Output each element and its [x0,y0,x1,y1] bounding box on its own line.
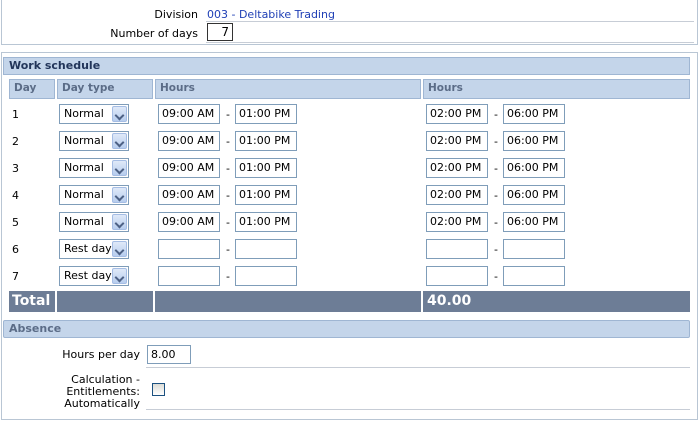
column-header-day-type: Day type [57,79,153,99]
afternoon-end-time-input[interactable]: 06:00 PM [503,131,565,151]
day-number: 6 [12,243,19,256]
column-header-hours-morning: Hours [155,79,421,99]
day-type-select[interactable]: Normal [59,131,129,151]
afternoon-start-time-input[interactable]: 02:00 PM [426,185,488,205]
division-label: Division [154,8,198,21]
calculation-label-3: Automatically [64,397,140,410]
morning-end-time-input[interactable] [235,266,297,286]
division-link[interactable]: 003 - Deltabike Trading [207,8,335,21]
absence-header: Absence [3,320,690,338]
afternoon-start-time-input[interactable] [426,239,488,259]
chevron-down-icon[interactable] [112,268,127,284]
total-bar-hours-morning [155,291,421,312]
total-value: 40.00 [423,291,690,312]
divider [146,367,690,368]
morning-start-time-input[interactable]: 09:00 AM [158,158,220,178]
day-number: 1 [12,108,19,121]
chevron-down-icon[interactable] [112,133,127,149]
time-range-separator: - [226,162,230,175]
day-type-value: Rest day [64,269,112,282]
afternoon-start-time-input[interactable] [426,266,488,286]
divider [206,42,694,43]
hours-per-day-input[interactable]: 8.00 [147,345,191,364]
afternoon-start-time-input[interactable]: 02:00 PM [426,212,488,232]
time-range-separator: - [494,162,498,175]
morning-end-time-input[interactable]: 01:00 PM [235,158,297,178]
time-range-separator: - [494,135,498,148]
morning-start-time-input[interactable] [158,266,220,286]
column-header-day: Day [9,79,55,99]
day-type-value: Normal [64,134,104,147]
time-range-separator: - [226,108,230,121]
day-type-value: Normal [64,188,104,201]
hours-per-day-label: Hours per day [62,348,140,361]
time-range-separator: - [226,243,230,256]
day-number: 7 [12,270,19,283]
afternoon-end-time-input[interactable] [503,266,565,286]
number-of-days-input[interactable]: 7 [207,23,233,41]
time-range-separator: - [494,189,498,202]
chevron-down-icon[interactable] [112,241,127,257]
day-type-select[interactable]: Rest day [59,239,129,259]
afternoon-end-time-input[interactable]: 06:00 PM [503,158,565,178]
day-number: 2 [12,135,19,148]
day-number: 4 [12,189,19,202]
morning-end-time-input[interactable]: 01:00 PM [235,104,297,124]
total-label: Total [9,291,55,312]
afternoon-end-time-input[interactable]: 06:00 PM [503,185,565,205]
column-header-hours-afternoon: Hours [423,79,690,99]
morning-start-time-input[interactable]: 09:00 AM [158,131,220,151]
calculation-automatically-checkbox[interactable] [152,383,165,396]
work-schedule-header: Work schedule [3,57,690,75]
morning-start-time-input[interactable]: 09:00 AM [158,104,220,124]
day-type-select[interactable]: Normal [59,158,129,178]
day-number: 3 [12,162,19,175]
time-range-separator: - [494,243,498,256]
day-type-value: Normal [64,215,104,228]
day-type-select[interactable]: Normal [59,185,129,205]
day-type-value: Normal [64,161,104,174]
time-range-separator: - [226,270,230,283]
morning-end-time-input[interactable]: 01:00 PM [235,212,297,232]
day-type-select[interactable]: Normal [59,104,129,124]
time-range-separator: - [494,270,498,283]
time-range-separator: - [494,216,498,229]
chevron-down-icon[interactable] [112,106,127,122]
divider [146,409,690,410]
afternoon-start-time-input[interactable]: 02:00 PM [426,131,488,151]
time-range-separator: - [226,216,230,229]
day-type-value: Rest day [64,242,112,255]
day-number: 5 [12,216,19,229]
afternoon-start-time-input[interactable]: 02:00 PM [426,104,488,124]
time-range-separator: - [226,135,230,148]
afternoon-end-time-input[interactable]: 06:00 PM [503,212,565,232]
divider [206,21,694,22]
afternoon-end-time-input[interactable] [503,239,565,259]
morning-end-time-input[interactable] [235,239,297,259]
time-range-separator: - [226,189,230,202]
morning-end-time-input[interactable]: 01:00 PM [235,131,297,151]
number-of-days-label: Number of days [110,27,198,40]
chevron-down-icon[interactable] [112,187,127,203]
time-range-separator: - [494,108,498,121]
afternoon-start-time-input[interactable]: 02:00 PM [426,158,488,178]
total-bar-daytype [57,291,153,312]
morning-start-time-input[interactable]: 09:00 AM [158,212,220,232]
chevron-down-icon[interactable] [112,160,127,176]
afternoon-end-time-input[interactable]: 06:00 PM [503,104,565,124]
day-type-select[interactable]: Rest day [59,266,129,286]
day-type-value: Normal [64,107,104,120]
morning-start-time-input[interactable] [158,239,220,259]
morning-end-time-input[interactable]: 01:00 PM [235,185,297,205]
chevron-down-icon[interactable] [112,214,127,230]
morning-start-time-input[interactable]: 09:00 AM [158,185,220,205]
day-type-select[interactable]: Normal [59,212,129,232]
